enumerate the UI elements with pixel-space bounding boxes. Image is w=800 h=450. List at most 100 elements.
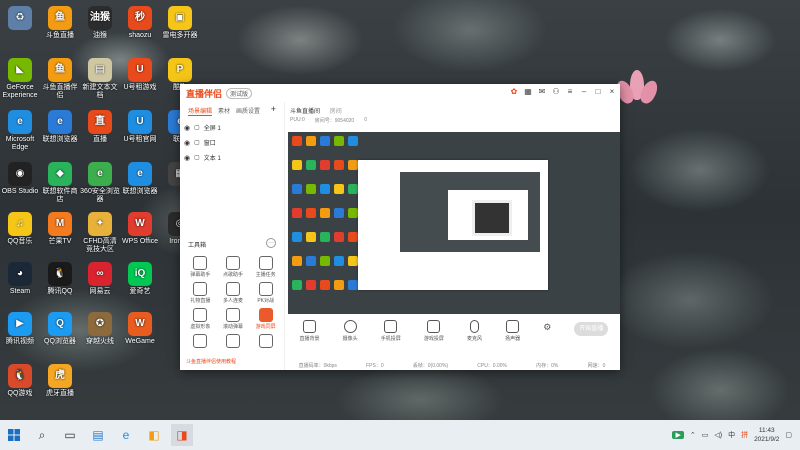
desktop-icon[interactable]: ▤ 新建文本文档: [80, 56, 120, 116]
task-view-icon[interactable]: ▭: [59, 424, 81, 446]
scene-item[interactable]: ◉ ▢ 窗口: [180, 135, 284, 150]
toolbox-item[interactable]: [184, 334, 217, 349]
desktop-icon[interactable]: 直直播: [80, 108, 120, 168]
tab-material[interactable]: 素材: [218, 106, 230, 116]
microphone-button[interactable]: 麦克风: [467, 320, 482, 342]
control-label: 扬声器: [505, 336, 521, 342]
toolbox-item[interactable]: 弹幕助手: [184, 256, 217, 278]
scene-item[interactable]: ◉ ▢ 文本 1: [180, 150, 284, 165]
tab-scene-edit[interactable]: 场景编辑: [188, 106, 213, 116]
desktop-app-icon: iQ: [128, 262, 152, 286]
desktop-icon[interactable]: U U号租官网: [120, 108, 160, 168]
toolbox-item[interactable]: 虚拟形象: [184, 308, 217, 330]
bitrate-stat: 直播码率：0kbps: [298, 362, 337, 369]
toolbox-item[interactable]: 主播任务: [249, 256, 282, 278]
desktop-icon[interactable]: W WeGame: [120, 310, 160, 370]
minimize-icon[interactable]: –: [580, 88, 588, 96]
phone-cast-button[interactable]: 手机投屏: [381, 320, 401, 342]
notification-icon[interactable]: ▢: [785, 431, 792, 439]
eye-icon[interactable]: ◉: [184, 139, 190, 147]
desktop-icon[interactable]: 🐧 QQ游戏: [0, 362, 40, 420]
lock-icon[interactable]: ▢: [194, 124, 200, 131]
start-button[interactable]: [0, 420, 28, 450]
mail-icon[interactable]: ✉: [538, 88, 546, 96]
tool-label: 滚动弹幕: [222, 324, 243, 330]
lotus-flower-decoration: [613, 70, 661, 112]
tool-label: 点歌助手: [222, 272, 243, 278]
lock-icon[interactable]: ▢: [194, 139, 200, 146]
stream-preview[interactable]: [288, 132, 620, 314]
eye-icon[interactable]: ◉: [184, 124, 190, 132]
toolbox-item[interactable]: [217, 334, 250, 349]
go-live-button[interactable]: 开始直播: [574, 322, 609, 336]
desktop-app-icon: 鱼: [48, 58, 72, 82]
toolbox-item[interactable]: 多人连麦: [217, 282, 250, 304]
douyu-taskbar-icon[interactable]: ◧: [143, 424, 165, 446]
ime-mode[interactable]: 拼: [741, 430, 748, 440]
tray-app-icon[interactable]: ▶: [672, 431, 684, 439]
window-titlebar[interactable]: 直播伴侣 测试版 ✿ ▦ ✉ ⚇ ≡ – □ ×: [180, 84, 620, 102]
toolbox-more-icon[interactable]: ···: [266, 238, 276, 248]
drop-frame-stat: 丢帧：0(0.00%): [412, 362, 449, 369]
toolbox-item[interactable]: 点歌助手: [217, 256, 250, 278]
desktop-icon[interactable]: 鱼斗鱼直播伴侣: [40, 56, 80, 116]
desktop-icon[interactable]: e 联想浏览器: [40, 108, 80, 168]
room-stats: PUU:0 房间号：9054020 0: [284, 115, 620, 126]
desktop-icon[interactable]: e Microsoft Edge: [0, 108, 40, 168]
preview-mini-icon: [334, 184, 344, 194]
toolbox-item[interactable]: PK对战: [249, 282, 282, 304]
version-badge[interactable]: 测试版: [226, 87, 253, 99]
live-background-button[interactable]: 直播背景: [300, 320, 320, 342]
game-cast-button[interactable]: 游戏投屏: [424, 320, 444, 342]
titlebar-icons: ✿ ▦ ✉ ⚇ ≡ – □ ×: [510, 88, 616, 96]
edge-icon[interactable]: e: [115, 424, 137, 446]
toolbox-item[interactable]: 游戏同屏: [249, 308, 282, 330]
background-icon: [303, 320, 317, 333]
desktop-icon[interactable]: ▶ 腾讯视频: [0, 310, 40, 370]
desktop-app-icon: 虎: [48, 364, 72, 388]
clock[interactable]: 11:43 2021/9/2: [754, 426, 779, 444]
livecompanion-taskbar-icon[interactable]: ◨: [171, 424, 193, 446]
desktop-icon[interactable]: 虎虎牙直播: [40, 362, 80, 420]
ime-label[interactable]: 中: [728, 430, 735, 440]
chevron-up-icon[interactable]: ⌃: [690, 431, 696, 439]
room-subtitle[interactable]: 房间: [330, 109, 342, 115]
desktop-icon[interactable]: ✪ 穿越火线: [80, 310, 120, 370]
search-icon[interactable]: ⌕: [31, 424, 53, 446]
preview-mini-icon: [320, 160, 330, 170]
desktop-icon[interactable]: ▣ 雷电多开器: [160, 4, 200, 64]
desktop-app-icon: ♫: [8, 212, 32, 236]
eye-icon[interactable]: ◉: [184, 154, 190, 162]
toolbox-item[interactable]: [249, 334, 282, 349]
desktop-app-icon: Q: [48, 312, 72, 336]
speaker-button[interactable]: 扬声器: [505, 320, 520, 342]
add-icon[interactable]: +: [271, 105, 276, 116]
gift-icon[interactable]: ✿: [510, 88, 518, 96]
live-companion-window[interactable]: 直播伴侣 测试版 ✿ ▦ ✉ ⚇ ≡ – □ × 场景编辑 素材 画质设置 + …: [180, 84, 620, 370]
grid-icon[interactable]: ▦: [524, 88, 532, 96]
scene-item[interactable]: ◉ ▢ 全屏 1: [180, 120, 284, 135]
shirt-icon[interactable]: ⚇: [552, 88, 560, 96]
tab-quality[interactable]: 画质设置: [236, 106, 260, 116]
toolbox-item[interactable]: 滚动弹幕: [217, 308, 250, 330]
desktop-icon[interactable]: 秒 shaozu: [120, 4, 160, 64]
settings-gear-icon[interactable]: ⚙: [543, 320, 551, 334]
camera-button[interactable]: 摄像头: [343, 320, 358, 342]
tutorial-link[interactable]: 斗鱼直播伴侣使用教程: [186, 358, 236, 365]
network-icon[interactable]: ▭: [702, 431, 709, 439]
desktop-icon[interactable]: 鱼斗鱼直播: [40, 4, 80, 64]
desktop-icon[interactable]: ◣ GeForce Experience: [0, 56, 40, 116]
menu-icon[interactable]: ≡: [566, 88, 574, 96]
desktop-icon-label: U号租官网: [123, 136, 157, 143]
desktop-icon[interactable]: U U号租游戏: [120, 56, 160, 116]
toolbox-item[interactable]: 礼物直播: [184, 282, 217, 304]
volume-icon[interactable]: ◁): [714, 431, 722, 439]
preview-mini-icon: [306, 256, 316, 266]
explorer-icon[interactable]: ▤: [87, 424, 109, 446]
desktop-icon[interactable]: 油猴 油猴: [80, 4, 120, 64]
desktop-icon[interactable]: Q QQ浏览器: [40, 310, 80, 370]
lock-icon[interactable]: ▢: [194, 154, 200, 161]
maximize-icon[interactable]: □: [594, 88, 602, 96]
desktop-icon[interactable]: ♻: [0, 4, 40, 64]
close-icon[interactable]: ×: [608, 88, 616, 96]
